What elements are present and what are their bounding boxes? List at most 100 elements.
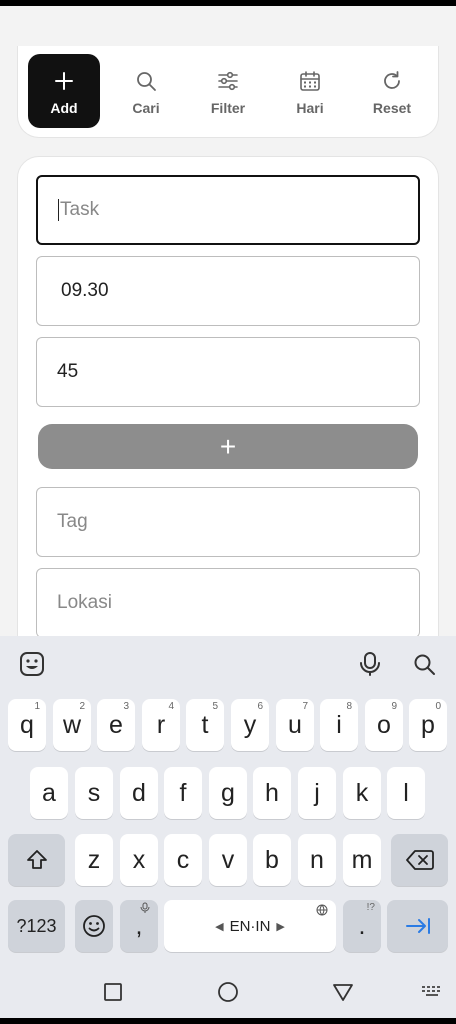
filter-label: Filter (210, 100, 246, 116)
duration-input[interactable]: 45 (36, 337, 420, 407)
period-key[interactable]: . !? (343, 900, 381, 952)
key-label: i (336, 710, 342, 739)
enter-key[interactable] (387, 900, 448, 952)
calendar-icon (299, 66, 321, 96)
key-hint: 5 (212, 701, 218, 712)
symbols-key[interactable]: ?123 (8, 900, 65, 952)
filter-button[interactable]: Filter (192, 54, 264, 128)
key-label: v (221, 845, 235, 874)
key[interactable]: z (75, 834, 113, 886)
recents-square-icon[interactable] (99, 978, 127, 1006)
space-label: EN·IN (229, 917, 271, 935)
home-circle-icon[interactable] (214, 978, 242, 1006)
space-key[interactable]: ◀ EN·IN ▶ (164, 900, 336, 952)
key[interactable]: k (343, 767, 381, 819)
key-label: u (288, 710, 302, 739)
key-label: g (221, 778, 235, 807)
key[interactable]: q1 (8, 699, 46, 751)
key[interactable]: u7 (276, 699, 314, 751)
key[interactable]: n (298, 834, 336, 886)
shift-icon (26, 850, 47, 869)
key-label: k (355, 778, 369, 807)
key-label: m (351, 845, 373, 874)
key-hint: 8 (346, 701, 352, 712)
key[interactable]: f (164, 767, 202, 819)
smiley-icon (83, 915, 105, 937)
day-label: Hari (296, 100, 324, 116)
key[interactable]: t5 (186, 699, 224, 751)
key[interactable]: a (30, 767, 68, 819)
tag-placeholder: Tag (57, 511, 88, 532)
add-task-label: + (219, 430, 237, 462)
key-label: s (87, 778, 101, 807)
time-input[interactable]: 09.30 (36, 256, 420, 326)
search-button[interactable]: Cari (110, 54, 182, 128)
shift-key[interactable] (8, 834, 65, 886)
duration-value: 45 (57, 361, 79, 382)
search-label: Cari (132, 100, 160, 116)
microphone-icon[interactable] (356, 650, 384, 678)
key-label: o (377, 710, 391, 739)
task-placeholder: Task (60, 199, 100, 220)
key-label: c (176, 845, 190, 874)
day-button[interactable]: Hari (274, 54, 346, 128)
text-caret (58, 199, 59, 221)
refresh-icon (381, 66, 403, 96)
key[interactable]: p0 (409, 699, 447, 751)
reset-button[interactable]: Reset (356, 54, 428, 128)
key[interactable]: j (298, 767, 336, 819)
keyboard-hide-icon[interactable] (418, 978, 446, 1006)
chevron-right-icon: ▶ (276, 920, 285, 933)
system-nav-bar (0, 962, 456, 1024)
key[interactable]: o9 (365, 699, 403, 751)
add-button[interactable]: Add (28, 54, 100, 128)
key-hint: 2 (79, 701, 85, 712)
key-label: h (265, 778, 279, 807)
key[interactable]: e3 (97, 699, 135, 751)
key-hint: 0 (435, 701, 441, 712)
time-value: 09.30 (61, 280, 109, 301)
key-label: e (109, 710, 123, 739)
status-bar (0, 6, 456, 48)
backspace-key[interactable] (391, 834, 448, 886)
comma-key[interactable]: , (120, 900, 158, 952)
key[interactable]: s (75, 767, 113, 819)
period-label: . (358, 911, 366, 940)
key-hint: 1 (34, 701, 40, 712)
key[interactable]: r4 (142, 699, 180, 751)
location-input[interactable]: Lokasi (36, 568, 420, 638)
key[interactable]: m (343, 834, 381, 886)
add-label: Add (50, 100, 78, 116)
key[interactable]: h (253, 767, 291, 819)
key[interactable]: l (387, 767, 425, 819)
key[interactable]: b (253, 834, 291, 886)
globe-icon (316, 904, 328, 919)
key[interactable]: c (164, 834, 202, 886)
key-label: d (132, 778, 146, 807)
key[interactable]: x (120, 834, 158, 886)
keyboard-toolbar (0, 636, 456, 692)
key[interactable]: w2 (53, 699, 91, 751)
emoji-sticker-icon[interactable] (18, 650, 46, 678)
key-label: l (403, 778, 409, 807)
backspace-icon (405, 850, 434, 870)
key-label: q (20, 710, 34, 739)
search-icon[interactable] (410, 650, 438, 678)
sliders-icon (217, 66, 239, 96)
key[interactable]: d (120, 767, 158, 819)
key-hint: 9 (391, 701, 397, 712)
key[interactable]: y6 (231, 699, 269, 751)
key[interactable]: i8 (320, 699, 358, 751)
task-input[interactable]: Task (36, 175, 420, 245)
tag-input[interactable]: Tag (36, 487, 420, 557)
symbols-label: ?123 (16, 915, 57, 936)
reset-label: Reset (372, 100, 412, 116)
key[interactable]: v (209, 834, 247, 886)
key-label: w (62, 710, 82, 739)
back-triangle-icon[interactable] (329, 978, 357, 1006)
location-placeholder: Lokasi (57, 592, 112, 613)
add-task-button[interactable]: + (38, 424, 418, 469)
key[interactable]: g (209, 767, 247, 819)
key-label: t (201, 710, 209, 739)
emoji-key[interactable] (75, 900, 113, 952)
